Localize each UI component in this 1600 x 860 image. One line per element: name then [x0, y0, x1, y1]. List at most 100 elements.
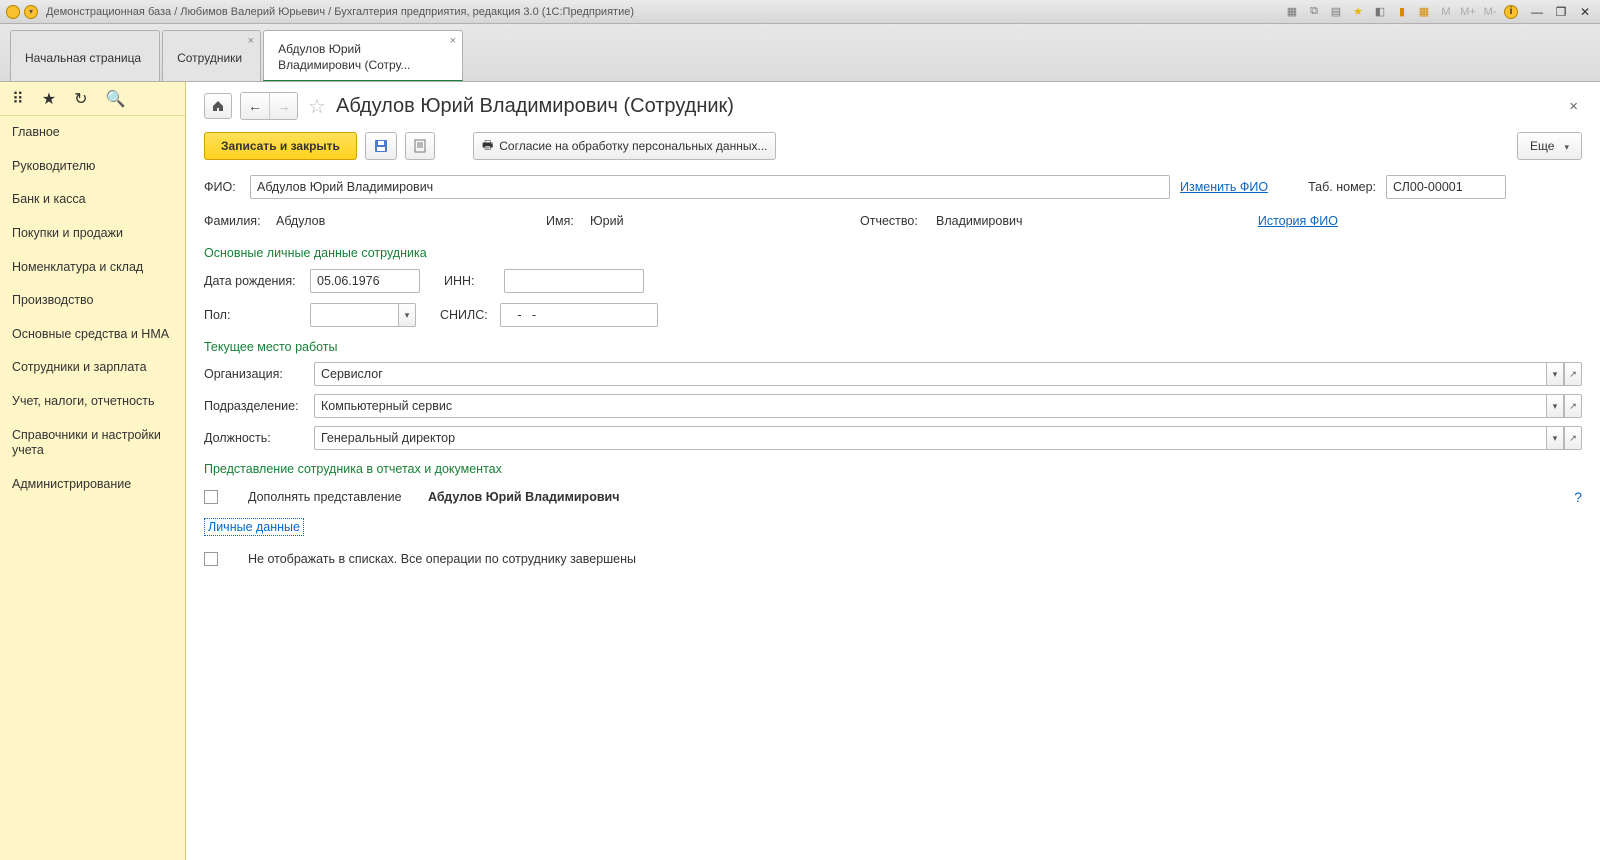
- tabstrip: Начальная страница Сотрудники × Абдулов …: [0, 24, 1600, 82]
- pos-input[interactable]: [314, 426, 1546, 450]
- m-button[interactable]: M: [1438, 4, 1454, 20]
- pos-label: Должность:: [204, 431, 304, 445]
- gender-input[interactable]: [310, 303, 398, 327]
- sidebar-item-production[interactable]: Производство: [0, 284, 185, 318]
- tb-icon-2[interactable]: ⧉: [1306, 4, 1322, 20]
- sidebar-item-bank[interactable]: Банк и касса: [0, 183, 185, 217]
- org-label: Организация:: [204, 367, 304, 381]
- tb-icon-5[interactable]: ◧: [1372, 4, 1388, 20]
- open-icon[interactable]: ↗: [1564, 394, 1582, 418]
- dept-input[interactable]: [314, 394, 1546, 418]
- page-title: Абдулов Юрий Владимирович (Сотрудник): [336, 95, 734, 118]
- sidebar-tools: ⠿ ★ ↻ 🔍: [0, 82, 185, 116]
- star-icon[interactable]: ★: [42, 89, 56, 109]
- tab-employees[interactable]: Сотрудники ×: [162, 30, 261, 81]
- sidebar-item-manager[interactable]: Руководителю: [0, 150, 185, 184]
- chevron-down-icon[interactable]: ▾: [1546, 394, 1564, 418]
- app-menu-dropdown[interactable]: [24, 5, 38, 19]
- tb-icon-1[interactable]: ▦: [1284, 4, 1300, 20]
- snils-label: СНИЛС:: [440, 308, 490, 322]
- gender-combo[interactable]: ▾: [310, 303, 416, 327]
- sidebar-item-hr[interactable]: Сотрудники и зарплата: [0, 351, 185, 385]
- section-work: Текущее место работы: [204, 340, 1582, 354]
- sidebar-item-main[interactable]: Главное: [0, 116, 185, 150]
- inn-input[interactable]: [504, 269, 644, 293]
- favorite-icon[interactable]: ☆: [306, 94, 328, 119]
- name-label: Имя:: [546, 214, 580, 228]
- sidebar-item-stock[interactable]: Номенклатура и склад: [0, 251, 185, 285]
- save-button[interactable]: [365, 132, 397, 160]
- section-representation: Представление сотрудника в отчетах и док…: [204, 462, 1582, 476]
- chevron-down-icon[interactable]: ▾: [1546, 426, 1564, 450]
- apps-icon[interactable]: ⠿: [12, 89, 24, 109]
- snils-input[interactable]: [500, 303, 658, 327]
- maximize-button[interactable]: ❐: [1552, 5, 1570, 19]
- change-fio-link[interactable]: Изменить ФИО: [1180, 180, 1268, 194]
- tb-icon-3[interactable]: ▤: [1328, 4, 1344, 20]
- favorite-star-icon[interactable]: ★: [1350, 4, 1366, 20]
- birth-label: Дата рождения:: [204, 274, 300, 288]
- more-button[interactable]: Еще: [1517, 132, 1582, 160]
- titlebar: Демонстрационная база / Любимов Валерий …: [0, 0, 1600, 24]
- gender-label: Пол:: [204, 308, 300, 322]
- open-icon[interactable]: ↗: [1564, 362, 1582, 386]
- hide-checkbox[interactable]: [204, 552, 218, 566]
- history-icon[interactable]: ↻: [74, 89, 87, 109]
- representation-value: Абдулов Юрий Владимирович: [428, 490, 619, 504]
- sidebar-item-admin[interactable]: Администрирование: [0, 468, 185, 502]
- hide-label: Не отображать в списках. Все операции по…: [248, 552, 636, 566]
- org-input[interactable]: [314, 362, 1546, 386]
- fio-history-link[interactable]: История ФИО: [1258, 214, 1338, 228]
- close-window-button[interactable]: ✕: [1576, 5, 1594, 19]
- document-button[interactable]: [405, 132, 435, 160]
- minimize-button[interactable]: —: [1528, 5, 1546, 19]
- calculator-icon[interactable]: ▦: [1416, 4, 1432, 20]
- name-value: Юрий: [590, 214, 850, 228]
- org-combo[interactable]: ▾ ↗: [314, 362, 1582, 386]
- sidebar-item-assets[interactable]: Основные средства и НМА: [0, 318, 185, 352]
- supplement-checkbox[interactable]: [204, 490, 218, 504]
- birth-input[interactable]: [310, 269, 420, 293]
- close-page-button[interactable]: ×: [1565, 98, 1582, 115]
- patronym-value: Владимирович: [936, 214, 1096, 228]
- chevron-down-icon[interactable]: ▾: [1546, 362, 1564, 386]
- content: ← → ☆ Абдулов Юрий Владимирович (Сотрудн…: [186, 82, 1600, 860]
- m-plus-button[interactable]: M+: [1460, 4, 1476, 20]
- sidebar-item-settings[interactable]: Справочники и настройки учета: [0, 419, 185, 468]
- section-personal: Основные личные данные сотрудника: [204, 246, 1582, 260]
- fio-input[interactable]: [250, 175, 1170, 199]
- inn-label: ИНН:: [444, 274, 494, 288]
- help-icon[interactable]: ?: [1574, 489, 1582, 505]
- close-icon[interactable]: ×: [248, 35, 254, 47]
- sidebar: ⠿ ★ ↻ 🔍 Главное Руководителю Банк и касс…: [0, 82, 186, 860]
- patronym-label: Отчество:: [860, 214, 926, 228]
- search-icon[interactable]: 🔍: [105, 89, 125, 109]
- personal-data-link[interactable]: Личные данные: [204, 518, 304, 536]
- fio-label: ФИО:: [204, 180, 240, 194]
- sidebar-item-sales[interactable]: Покупки и продажи: [0, 217, 185, 251]
- tabnum-input[interactable]: [1386, 175, 1506, 199]
- surname-value: Абдулов: [276, 214, 536, 228]
- tb-icon-6[interactable]: ▮: [1394, 4, 1410, 20]
- home-button[interactable]: [204, 93, 232, 119]
- dept-combo[interactable]: ▾ ↗: [314, 394, 1582, 418]
- supplement-label: Дополнять представление: [248, 490, 418, 504]
- tab-home[interactable]: Начальная страница: [10, 30, 160, 81]
- save-close-button[interactable]: Записать и закрыть: [204, 132, 357, 160]
- pos-combo[interactable]: ▾ ↗: [314, 426, 1582, 450]
- printer-icon: 🖶: [482, 136, 493, 157]
- open-icon[interactable]: ↗: [1564, 426, 1582, 450]
- nav-group: ← →: [240, 92, 298, 120]
- close-icon[interactable]: ×: [450, 35, 456, 47]
- tabnum-label: Таб. номер:: [1308, 180, 1376, 194]
- info-icon[interactable]: i: [1504, 5, 1518, 19]
- dept-label: Подразделение:: [204, 399, 304, 413]
- tab-employee-card[interactable]: Абдулов Юрий Владимирович (Сотру... ×: [263, 30, 463, 81]
- surname-label: Фамилия:: [204, 214, 266, 228]
- back-button[interactable]: ←: [241, 93, 269, 119]
- forward-button[interactable]: →: [269, 93, 297, 119]
- m-minus-button[interactable]: M-: [1482, 4, 1498, 20]
- consent-button[interactable]: 🖶 Согласие на обработку персональных дан…: [473, 132, 777, 160]
- sidebar-item-tax[interactable]: Учет, налоги, отчетность: [0, 385, 185, 419]
- chevron-down-icon[interactable]: ▾: [398, 303, 416, 327]
